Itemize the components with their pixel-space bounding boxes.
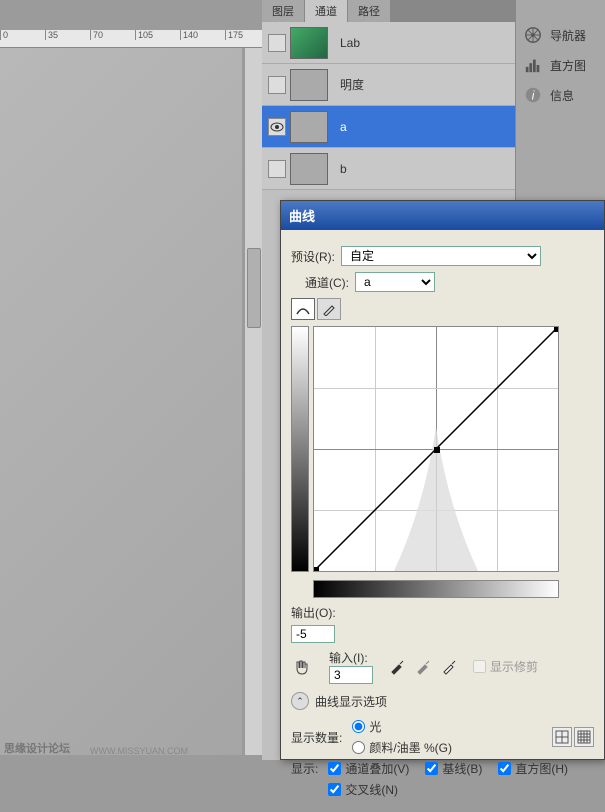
black-eyedropper-button[interactable]	[387, 657, 407, 677]
amount-label: 显示数量:	[291, 729, 342, 746]
channel-thumbnail	[290, 153, 328, 185]
ruler-tick: 0	[0, 30, 8, 40]
histogram-panel-button[interactable]: 直方图	[516, 50, 605, 80]
hand-icon	[293, 658, 313, 676]
histogram-label: 直方图	[550, 57, 586, 74]
grid-detailed-button[interactable]	[574, 727, 594, 747]
show-label: 显示:	[291, 760, 318, 777]
info-icon: i	[524, 86, 542, 104]
visibility-toggle[interactable]	[268, 34, 286, 52]
cb-intersection[interactable]: 交叉线(N)	[328, 781, 398, 798]
horizontal-ruler: 0 35 70 105 140 175	[0, 30, 262, 48]
info-label: 信息	[550, 87, 574, 104]
curve-tool-button[interactable]	[291, 298, 315, 320]
channel-select[interactable]: a	[355, 272, 435, 292]
white-eyedropper-button[interactable]	[439, 657, 459, 677]
wheel-icon	[524, 26, 542, 44]
info-panel-button[interactable]: i 信息	[516, 80, 605, 110]
grid-simple-button[interactable]	[552, 727, 572, 747]
visibility-toggle[interactable]	[268, 76, 286, 94]
radio-light[interactable]: 光	[352, 718, 452, 735]
tab-layers[interactable]: 图层	[262, 0, 305, 22]
grid-4-icon	[555, 730, 569, 744]
gray-eyedropper-button[interactable]	[413, 657, 433, 677]
cb-histogram[interactable]: 直方图(H)	[498, 760, 568, 777]
tab-paths[interactable]: 路径	[348, 0, 391, 22]
canvas-area: 0 35 70 105 140 175 思缘设计论坛 WWW.MISSYUAN.…	[0, 0, 262, 760]
channel-thumbnail	[290, 27, 328, 59]
ruler-tick: 140	[180, 30, 198, 40]
histogram-icon	[524, 56, 542, 74]
pencil-icon	[322, 302, 336, 316]
disclosure-button[interactable]: ⌃	[291, 692, 309, 710]
image-canvas[interactable]	[0, 48, 242, 755]
input-label: 输入(I):	[329, 651, 368, 665]
tab-channels[interactable]: 通道	[305, 0, 348, 22]
vertical-gradient	[291, 326, 309, 572]
show-clipping-checkbox[interactable]: 显示修剪	[473, 658, 538, 675]
channel-thumbnail	[290, 69, 328, 101]
watermark-text: 思缘设计论坛	[4, 740, 70, 756]
eyedropper-icon	[415, 659, 431, 675]
navigator-panel-button[interactable]: 导航器	[516, 20, 605, 50]
watermark-url: WWW.MISSYUAN.COM	[90, 746, 188, 756]
eyedropper-group	[387, 657, 459, 677]
vertical-scrollbar[interactable]	[244, 48, 262, 755]
right-icon-panel: 导航器 直方图 i 信息	[515, 0, 605, 200]
eye-icon	[270, 122, 284, 132]
cb-overlay[interactable]: 通道叠加(V)	[328, 760, 409, 777]
ruler-tick: 175	[225, 30, 243, 40]
ruler-tick: 70	[90, 30, 103, 40]
cb-baseline[interactable]: 基线(B)	[425, 760, 482, 777]
navigator-label: 导航器	[550, 27, 586, 44]
ruler-tick: 105	[135, 30, 153, 40]
curve-icon	[295, 302, 311, 316]
preset-label: 预设(R):	[291, 248, 335, 265]
output-input[interactable]	[291, 625, 335, 643]
ruler-tick: 35	[45, 30, 58, 40]
visibility-toggle[interactable]	[268, 160, 286, 178]
grid-16-icon	[577, 730, 591, 744]
pencil-tool-button[interactable]	[317, 298, 341, 320]
visibility-toggle[interactable]	[268, 118, 286, 136]
channel-thumbnail	[290, 111, 328, 143]
radio-ink[interactable]: 颜料/油墨 %(G)	[352, 739, 452, 756]
disclosure-label: 曲线显示选项	[315, 693, 387, 710]
svg-text:i: i	[532, 90, 535, 103]
scroll-thumb[interactable]	[247, 248, 261, 328]
output-label: 输出(O):	[291, 604, 336, 621]
horizontal-gradient	[313, 580, 559, 598]
dialog-title[interactable]: 曲线	[281, 201, 604, 230]
channel-label: 通道(C):	[305, 274, 349, 291]
curve-editor	[291, 326, 594, 572]
preset-select[interactable]: 自定	[341, 246, 541, 266]
target-adjust-button[interactable]	[291, 656, 315, 678]
input-input[interactable]	[329, 666, 373, 684]
curves-dialog: 曲线 预设(R): 自定 通道(C): a	[280, 200, 605, 760]
curve-svg	[314, 327, 558, 571]
eyedropper-icon	[389, 659, 405, 675]
eyedropper-icon	[441, 659, 457, 675]
curve-graph[interactable]	[313, 326, 559, 572]
